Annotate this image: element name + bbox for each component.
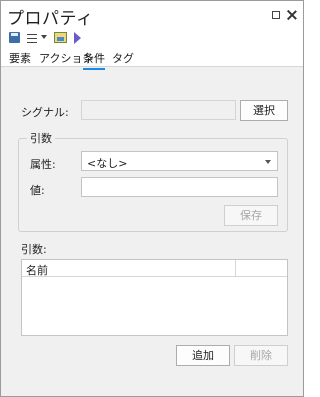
save-icon[interactable] [9,32,20,43]
add-button[interactable]: 追加 [176,345,230,366]
toolbar [1,29,303,47]
title-bar: プロパティ [1,1,303,29]
column-divider[interactable] [235,260,236,277]
tab-tag[interactable]: タグ [112,50,134,66]
tab-element[interactable]: 要素 [9,50,31,66]
arguments-table[interactable]: 名前 [21,259,288,336]
tab-condition[interactable]: 条件 [83,50,105,70]
attribute-select[interactable]: <なし> [81,151,278,171]
tab-bar: 要素 アクション 条件 タグ [1,47,303,70]
delete-button[interactable]: 削除 [234,345,288,366]
column-header-name[interactable]: 名前 [26,262,48,278]
image-icon[interactable] [54,32,67,43]
argument-group-title: 引数 [27,130,55,146]
attribute-select-value: <なし> [87,157,128,170]
save-argument-button[interactable]: 保存 [224,205,278,226]
close-icon[interactable] [287,10,297,20]
title-bar-controls [272,10,297,20]
run-icon[interactable] [74,32,81,44]
signal-label: シグナル: [21,106,69,119]
table-header: 名前 [22,260,287,277]
restore-icon[interactable] [272,11,280,19]
menu-icon[interactable] [27,34,37,43]
value-label: 値: [30,184,45,197]
arguments-label: 引数: [21,243,47,256]
window-title: プロパティ [7,9,94,29]
select-button[interactable]: 選択 [240,100,288,121]
value-field[interactable] [81,177,278,197]
attribute-label: 属性: [30,158,56,171]
signal-field[interactable] [81,100,236,120]
chevron-down-icon [265,160,271,164]
properties-window: プロパティ 要素 アクション 条件 タグ シグナル: 選択 引数 属性: <なし… [0,0,304,397]
dropdown-caret-icon[interactable] [41,35,47,39]
